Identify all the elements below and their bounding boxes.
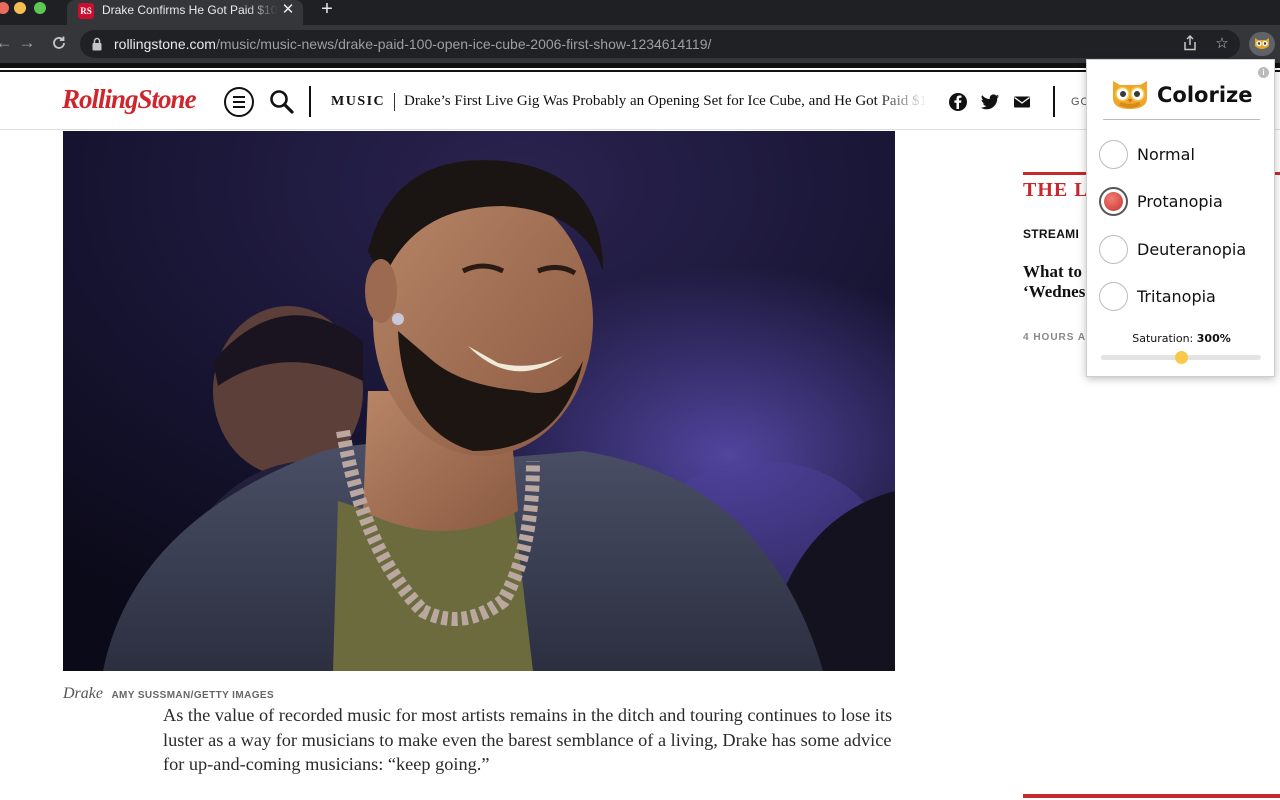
saturation-slider[interactable] [1101,351,1261,364]
radio-protanopia[interactable] [1099,187,1128,216]
option-label[interactable]: Normal [1137,145,1195,164]
window-zoom-button[interactable] [34,2,46,14]
radio-tritanopia[interactable] [1099,282,1128,311]
section-label[interactable]: MUSIC [331,94,385,110]
article-hero-image [63,131,895,671]
caption-name: Drake [63,685,103,702]
browser-tab-strip: RS Drake Confirms He Got Paid $100 to Op… [0,0,1280,25]
colorize-popup: i Colorize Normal Protanopia Deuteranopi… [1086,59,1275,377]
header-headline: Drake’s First Live Gig Was Probably an O… [404,93,928,109]
header-divider [309,86,311,117]
facebook-icon[interactable] [948,92,968,112]
tab-close-icon[interactable]: ✕ [281,2,295,18]
rail-bottom-rule [1023,794,1280,798]
saturation-slider-thumb[interactable] [1174,351,1188,364]
option-label[interactable]: Protanopia [1137,192,1223,211]
popup-divider [1103,119,1260,120]
article-paragraph: As the value of recorded music for most … [163,705,893,774]
window-minimize-button[interactable] [14,2,26,14]
email-icon[interactable] [1012,92,1032,112]
headline-divider [394,93,395,111]
address-bar[interactable]: rollingstone.com/music/music-news/drake-… [80,30,1240,58]
share-icon[interactable] [1181,34,1199,53]
colorize-extension-button[interactable] [1249,32,1275,56]
lock-icon[interactable] [92,37,102,51]
colorize-extension-icon [1255,38,1269,49]
radio-deuteranopia[interactable] [1099,235,1128,264]
photo-caption: Drake AMY SUSSMAN/GETTY IMAGES [63,685,274,703]
info-icon[interactable]: i [1258,67,1269,78]
window-close-button[interactable] [0,2,9,14]
option-normal[interactable]: Normal [1099,140,1269,170]
new-tab-button[interactable]: + [317,0,337,20]
popup-title: Colorize [1157,83,1253,107]
browser-tab-active[interactable]: RS Drake Confirms He Got Paid $100 to Op… [67,0,303,25]
reload-icon[interactable] [49,33,69,53]
colorize-owl-icon [1113,81,1147,109]
option-tritanopia[interactable]: Tritanopia [1099,282,1269,312]
url-text[interactable]: rollingstone.com/music/music-news/drake-… [114,36,711,52]
radio-normal[interactable] [1099,140,1128,169]
twitter-icon[interactable] [980,92,1000,112]
browser-toolbar: ← → rollingstone.com/music/music-news/dr… [0,25,1280,63]
header-divider-right [1053,86,1055,117]
rail-section-title: THE L [1023,179,1089,201]
rolling-stone-favicon: RS [78,3,94,19]
saturation-label: Saturation: [1132,332,1194,345]
rail-kicker[interactable]: STREAMI [1023,227,1079,241]
tab-title: Drake Confirms He Got Paid $100 to Open … [102,3,278,17]
saturation-value: 300% [1196,332,1231,345]
forward-icon[interactable]: → [17,33,37,53]
rolling-stone-logo[interactable]: RollingStone [62,84,197,115]
saturation-readout: Saturation: 300% [1087,332,1276,345]
back-icon[interactable]: ← [0,33,14,53]
menu-button[interactable] [224,87,254,117]
option-protanopia[interactable]: Protanopia [1099,187,1269,217]
search-icon[interactable] [268,88,296,116]
caption-credit: AMY SUSSMAN/GETTY IMAGES [111,690,275,701]
option-label[interactable]: Deuteranopia [1137,240,1246,259]
option-label[interactable]: Tritanopia [1137,287,1216,306]
option-deuteranopia[interactable]: Deuteranopia [1099,235,1269,265]
bookmark-star-icon[interactable]: ☆ [1213,35,1231,53]
